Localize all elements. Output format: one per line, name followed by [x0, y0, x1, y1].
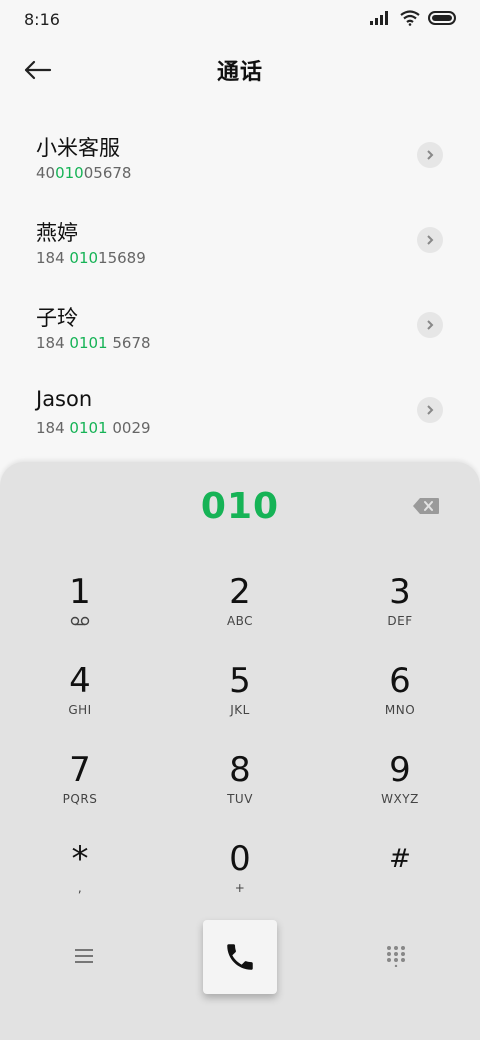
menu-icon	[75, 949, 93, 963]
menu-button[interactable]	[70, 942, 98, 970]
contact-number: 184 0101 5678	[36, 334, 151, 352]
app-bar: 通话	[0, 40, 480, 100]
contact-list: 小米客服 4001005678 燕婷 184 01015689 子玲 184 0…	[0, 120, 480, 460]
contact-detail-button[interactable]	[417, 142, 443, 168]
chevron-right-icon	[427, 320, 434, 330]
contact-number: 184 01015689	[36, 249, 146, 267]
key-digit: 2	[229, 572, 251, 612]
key-1[interactable]: 1	[25, 572, 135, 652]
key-9[interactable]: 9 WXYZ	[345, 750, 455, 830]
key-digit: 8	[229, 750, 251, 790]
dialed-number: 010	[200, 486, 280, 527]
key-digit: 4	[69, 661, 91, 701]
key-letters: DEF	[387, 614, 413, 628]
key-letters: +	[234, 881, 246, 895]
key-3[interactable]: 3 DEF	[345, 572, 455, 652]
signal-icon	[370, 11, 388, 25]
contact-detail-button[interactable]	[417, 397, 443, 423]
contact-detail-button[interactable]	[417, 227, 443, 253]
key-letters: MNO	[384, 703, 416, 717]
key-0[interactable]: 0 +	[185, 839, 295, 919]
key-digit: 7	[69, 750, 91, 790]
key-letters: GHI	[68, 703, 92, 717]
key-digit: *	[71, 839, 89, 879]
chevron-right-icon	[427, 235, 434, 245]
chevron-right-icon	[427, 405, 434, 415]
key-8[interactable]: 8 TUV	[185, 750, 295, 830]
dialpad-actions	[0, 912, 480, 1002]
contact-number: 4001005678	[36, 164, 132, 182]
key-digit: 1	[69, 572, 91, 612]
call-button[interactable]	[203, 920, 277, 994]
key-letters: ABC	[226, 614, 254, 628]
key-letters: ,	[77, 881, 83, 895]
key-digit: 0	[229, 839, 251, 879]
contact-item[interactable]: Jason 184 0101 0029	[0, 375, 480, 460]
wifi-icon	[400, 10, 420, 26]
key-digit: 3	[389, 572, 411, 612]
key-letters: PQRS	[62, 792, 98, 806]
key-6[interactable]: 6 MNO	[345, 661, 455, 741]
contact-name: 燕婷	[36, 221, 78, 245]
contact-name: 子玲	[36, 306, 78, 330]
status-icons	[370, 10, 456, 26]
key-digit: 6	[389, 661, 411, 701]
backspace-icon	[413, 498, 439, 514]
key-digit: 5	[229, 661, 251, 701]
key-letters: TUV	[227, 792, 253, 806]
hide-keypad-button[interactable]	[382, 942, 410, 970]
page-title: 通话	[216, 60, 263, 85]
key-5[interactable]: 5 JKL	[185, 661, 295, 741]
voicemail-icon	[70, 616, 90, 626]
dialpad-panel: 010 1 2 ABC 3 DEF 4 GHI 5 JKL 6 MNO 7 PQ…	[0, 462, 480, 1040]
key-7[interactable]: 7 PQRS	[25, 750, 135, 830]
contact-item[interactable]: 子玲 184 0101 5678	[0, 290, 480, 375]
contact-item[interactable]: 小米客服 4001005678	[0, 120, 480, 205]
battery-icon	[428, 11, 456, 25]
chevron-right-icon	[427, 150, 434, 160]
key-4[interactable]: 4 GHI	[25, 661, 135, 741]
phone-icon	[227, 944, 253, 970]
contact-item[interactable]: 燕婷 184 01015689	[0, 205, 480, 290]
dialpad-icon	[387, 946, 405, 967]
contact-number: 184 0101 0029	[36, 419, 151, 437]
contact-name: 小米客服	[36, 136, 120, 160]
key-star[interactable]: * ,	[25, 839, 135, 919]
key-digit: 9	[389, 750, 411, 790]
contact-detail-button[interactable]	[417, 312, 443, 338]
key-2[interactable]: 2 ABC	[185, 572, 295, 652]
key-digit: #	[389, 844, 411, 874]
contact-name: Jason	[36, 387, 93, 411]
backspace-button[interactable]	[412, 497, 442, 517]
key-letters: WXYZ	[381, 792, 419, 806]
status-time: 8:16	[24, 10, 60, 29]
key-letters: JKL	[230, 703, 250, 717]
status-bar: 8:16	[0, 0, 480, 40]
key-hash[interactable]: #	[345, 839, 455, 919]
